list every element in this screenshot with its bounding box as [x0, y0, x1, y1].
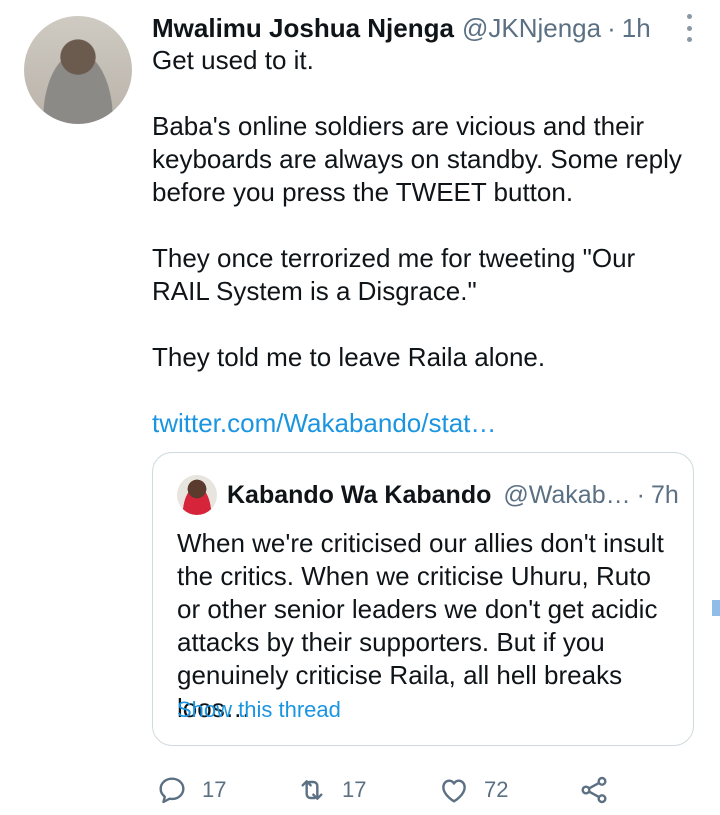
tweet-link[interactable]: twitter.com/Wakabando/stat… — [152, 407, 692, 440]
quoted-tweet-header: Kabando Wa Kabando @Wakab… · 7h — [227, 475, 679, 515]
share-button[interactable] — [578, 770, 610, 810]
quoted-tweet-body: When we're criticised our allies don't i… — [177, 528, 664, 723]
author-name[interactable]: Mwalimu Joshua Njenga — [152, 13, 454, 44]
action-bar: 17 17 72 — [152, 770, 720, 810]
author-avatar[interactable] — [24, 16, 132, 124]
tweet-text: Get used to it. Baba's online soldiers a… — [152, 44, 692, 440]
retweet-button[interactable]: 17 — [296, 770, 366, 810]
retweet-count: 17 — [342, 777, 367, 802]
like-button[interactable]: 72 — [438, 770, 508, 810]
reply-icon — [159, 777, 185, 804]
tweet-time[interactable]: 1h — [622, 13, 651, 44]
retweet-icon — [301, 780, 323, 800]
like-icon — [442, 779, 466, 803]
quoted-tweet[interactable]: Kabando Wa Kabando @Wakab… · 7h When we'… — [152, 452, 694, 746]
tweet-paragraph: They told me to leave Raila alone. — [152, 342, 546, 372]
quoted-author-name[interactable]: Kabando Wa Kabando — [227, 481, 491, 510]
quoted-header-separator: · — [636, 480, 645, 509]
tweet-paragraph: Get used to it. — [152, 45, 314, 75]
header-separator: · — [607, 12, 616, 43]
more-icon[interactable] — [680, 14, 698, 42]
quoted-tweet-text: When we're criticised our allies don't i… — [177, 527, 677, 725]
like-count: 72 — [484, 777, 509, 802]
author-handle[interactable]: @JKNjenga — [462, 13, 601, 44]
show-thread-link[interactable]: Show this thread — [177, 697, 341, 723]
quoted-author-avatar[interactable] — [177, 475, 217, 515]
quoted-author-handle[interactable]: @Wakab… — [503, 481, 630, 510]
reply-count: 17 — [202, 777, 227, 802]
tweet-paragraph: Baba's online soldiers are vicious and t… — [152, 111, 682, 207]
tweet-header: Mwalimu Joshua Njenga @JKNjenga · 1h — [152, 8, 690, 48]
quoted-tweet-time[interactable]: 7h — [651, 481, 679, 510]
tweet-paragraph: They once terrorized me for tweeting "Ou… — [152, 243, 636, 306]
reply-button[interactable]: 17 — [156, 770, 226, 810]
share-icon — [581, 776, 607, 804]
scrollbar-thumb[interactable] — [712, 600, 720, 616]
